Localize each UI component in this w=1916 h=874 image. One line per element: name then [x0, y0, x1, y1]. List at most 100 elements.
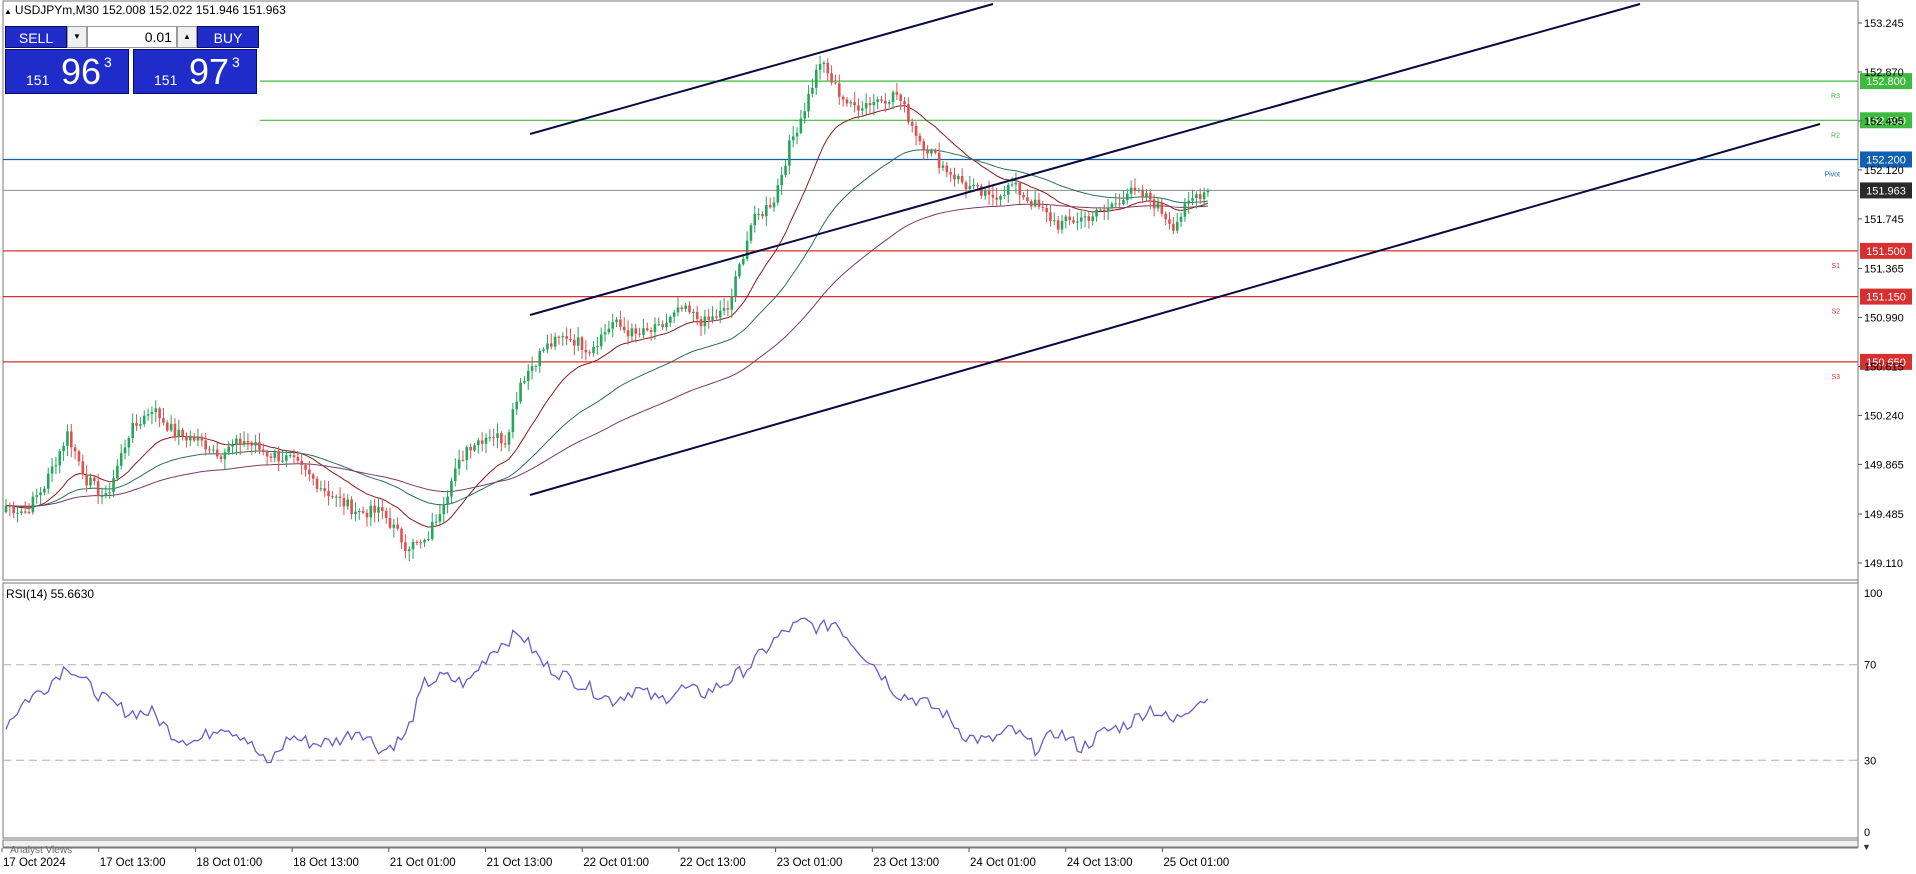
- time-tick-label-10: 24 Oct 01:00: [970, 857, 1036, 869]
- candle: [1022, 192, 1025, 201]
- candle: [338, 487, 342, 507]
- candle: [165, 420, 169, 432]
- candle: [146, 408, 150, 421]
- candle: [584, 340, 588, 361]
- candle: [772, 196, 776, 213]
- price-tick-label-10: 149.485: [1864, 509, 1904, 521]
- candle: [112, 469, 115, 498]
- candle: [212, 444, 215, 455]
- candle: [238, 432, 242, 455]
- candle: [987, 180, 991, 205]
- price-tick-label-4: 151.745: [1864, 214, 1904, 226]
- price-tick-label-1: 152.870: [1864, 67, 1904, 79]
- candle: [891, 90, 895, 109]
- candle: [745, 231, 749, 262]
- candle: [999, 194, 1002, 206]
- chart-canvas[interactable]: R3152.800R2152.500Pivot152.200151.963S11…: [0, 0, 1916, 874]
- candle: [1056, 215, 1060, 234]
- candle: [250, 440, 254, 455]
- candle: [162, 408, 165, 426]
- candle: [116, 459, 119, 482]
- candle: [546, 334, 549, 353]
- candle: [1179, 212, 1183, 228]
- candle: [1164, 211, 1167, 226]
- candle: [845, 97, 849, 107]
- bottom-panel-frame: [2, 839, 1859, 848]
- price-tick-label-11: 149.110: [1864, 558, 1903, 570]
- candle: [311, 472, 315, 486]
- candle: [857, 98, 860, 119]
- candle: [69, 423, 73, 458]
- candle: [914, 121, 918, 146]
- candle: [561, 332, 565, 346]
- candle: [31, 491, 35, 515]
- candle: [492, 428, 495, 447]
- candle: [768, 197, 772, 209]
- candle: [749, 222, 753, 244]
- candle: [1172, 216, 1175, 235]
- candle: [753, 205, 757, 233]
- candle: [415, 540, 419, 546]
- candle: [607, 320, 611, 335]
- candle: [853, 91, 856, 113]
- price-tick-label-7: 150.615: [1864, 361, 1904, 373]
- candle: [154, 400, 158, 422]
- buy-price-prefix: 151: [154, 72, 178, 88]
- sell-price-box[interactable]: 151 96 3: [5, 49, 129, 94]
- candle: [799, 109, 803, 135]
- candle: [937, 142, 941, 174]
- candle: [177, 419, 181, 446]
- candle: [734, 270, 737, 303]
- sell-button[interactable]: SELL: [5, 26, 67, 48]
- candle: [837, 74, 841, 105]
- candle: [400, 527, 403, 549]
- buy-button[interactable]: BUY: [197, 26, 259, 48]
- lot-size-input[interactable]: [87, 26, 177, 48]
- price-tick-label-9: 149.865: [1864, 459, 1904, 471]
- candle: [830, 65, 833, 86]
- lot-increase-icon[interactable]: ▲: [177, 26, 197, 48]
- candle: [89, 473, 92, 489]
- time-tick-label-2: 18 Oct 01:00: [196, 857, 262, 869]
- candle: [427, 531, 430, 542]
- time-tick-label-6: 22 Oct 01:00: [583, 857, 649, 869]
- candle: [699, 315, 703, 336]
- candle: [235, 434, 238, 456]
- candle: [741, 255, 745, 267]
- candle: [642, 318, 645, 339]
- candle: [1076, 212, 1079, 231]
- collapse-triangle-icon[interactable]: ▲: [4, 7, 12, 16]
- time-tick-label-7: 22 Oct 13:00: [680, 857, 746, 869]
- buy-price-box[interactable]: 151 97 3: [133, 49, 257, 94]
- level-tag-4: S1: [1831, 263, 1840, 270]
- candle: [922, 138, 926, 160]
- candle: [1133, 178, 1137, 196]
- candle: [66, 424, 69, 457]
- candle: [62, 442, 65, 461]
- scroll-down-icon[interactable]: ▼: [1862, 842, 1871, 852]
- ma-mid-line: [5, 149, 1208, 508]
- candle: [941, 160, 945, 172]
- candle: [626, 320, 630, 345]
- candle: [200, 433, 204, 447]
- candle: [791, 126, 795, 148]
- candle: [960, 168, 964, 185]
- candle: [85, 465, 88, 492]
- price-pane-frame: [2, 0, 1859, 581]
- lot-decrease-icon[interactable]: ▼: [67, 26, 87, 48]
- candle: [215, 442, 219, 460]
- candle: [442, 496, 446, 524]
- candle: [12, 501, 15, 519]
- channel-upper-short-line[interactable]: [529, 3, 994, 135]
- candle: [384, 507, 388, 524]
- candle: [903, 96, 906, 113]
- candle: [972, 178, 975, 190]
- candle: [549, 333, 553, 350]
- candle: [139, 417, 142, 430]
- candle: [480, 432, 484, 452]
- candle: [342, 493, 346, 515]
- candle: [795, 127, 799, 145]
- candle: [484, 433, 488, 454]
- analyst-views-label[interactable]: Analyst Views: [10, 845, 72, 856]
- candle: [603, 323, 607, 342]
